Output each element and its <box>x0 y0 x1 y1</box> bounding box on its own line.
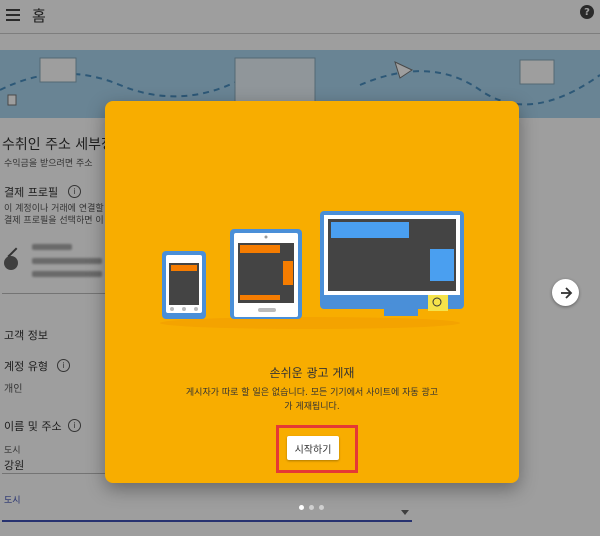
pagination-dots <box>299 505 324 510</box>
dialog-description: 게시자가 따로 할 일은 없습니다. 모든 기기에서 사이트에 자동 광고가 게… <box>185 388 439 412</box>
pagination-dot[interactable] <box>299 505 304 510</box>
pagination-dot[interactable] <box>309 505 314 510</box>
devices-illustration <box>160 211 464 329</box>
dialog-title: 손쉬운 광고 게재 <box>269 366 355 380</box>
pagination-dot[interactable] <box>319 505 324 510</box>
start-button[interactable]: 시작하기 <box>287 436 339 460</box>
next-slide-button[interactable] <box>552 279 579 306</box>
arrow-right-icon <box>560 286 572 299</box>
